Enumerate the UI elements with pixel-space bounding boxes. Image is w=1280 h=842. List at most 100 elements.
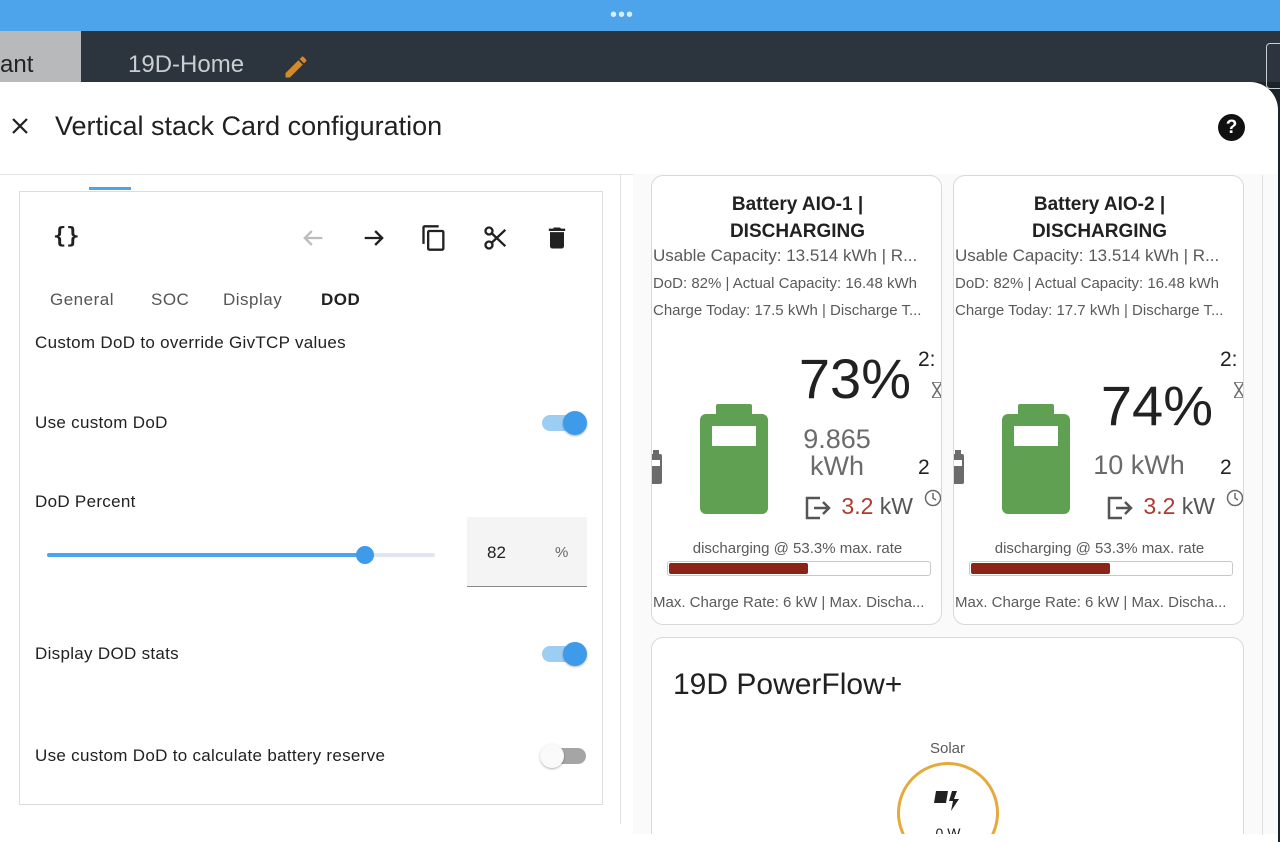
solar-value: 0 W [935, 825, 961, 834]
slider-thumb[interactable] [356, 546, 375, 564]
battery-energy-value: 10 [1093, 450, 1124, 480]
battery-title-line1: Battery AIO-2 | [1033, 194, 1166, 215]
discharge-rate-fill [669, 563, 808, 574]
side-battery-icon [652, 450, 662, 484]
copy-icon[interactable] [420, 224, 448, 252]
edge-value: 2 [918, 456, 930, 479]
dialog-title: Vertical stack Card configuration [55, 111, 443, 141]
scissors-icon[interactable] [482, 224, 510, 252]
slider-fill [47, 553, 366, 557]
close-icon[interactable] [8, 114, 32, 138]
arrow-right-icon[interactable] [360, 224, 388, 252]
dialog-header: Vertical stack Card configuration ? [0, 82, 1278, 175]
use-custom-dod-label: Use custom DoD [35, 413, 168, 432]
solar-node[interactable]: 0 W [897, 762, 999, 834]
clock-icon [924, 489, 941, 507]
battery-title: Battery AIO-1 | DISCHARGING [652, 191, 941, 245]
dod-reserve-toggle[interactable] [540, 743, 588, 769]
use-custom-dod-toggle[interactable] [540, 410, 588, 436]
dod-percent-label: DoD Percent [35, 492, 136, 511]
display-dod-stats-label: Display DOD stats [35, 644, 179, 663]
app-title-text: ant [0, 51, 34, 78]
export-icon [1107, 496, 1133, 520]
battery-icon [1002, 404, 1070, 514]
battery-power-value: 3.2 [1143, 493, 1176, 519]
toggle-knob [540, 744, 564, 768]
battery-title-line2: DISCHARGING [1031, 221, 1168, 242]
charge-today: Charge Today: 17.5 kWh | Discharge T... [653, 302, 922, 319]
time-readout: 2: [1220, 348, 1238, 371]
tab-soc[interactable]: SOC [151, 290, 189, 310]
help-icon[interactable]: ? [1218, 114, 1245, 141]
dod-percent-value: 82 [487, 543, 506, 562]
toggle-knob [563, 642, 587, 666]
battery-title-line2: DISCHARGING [729, 221, 866, 242]
app-title-tab[interactable]: ant [0, 31, 81, 82]
battery-power: 3.2 kW [1143, 493, 1215, 520]
max-rate-info: Max. Charge Rate: 6 kW | Max. Discha... [653, 594, 925, 611]
editor-pane: {} General SOC Display DOD Custom DoD to… [0, 174, 621, 824]
battery-power-value: 3.2 [841, 493, 874, 519]
usable-capacity: Usable Capacity: 13.514 kWh | R... [955, 246, 1220, 265]
powerflow-title: 19D PowerFlow+ [673, 668, 903, 701]
discharge-rate-label: discharging @ 53.3% max. rate [692, 540, 903, 557]
battery-icon [700, 404, 768, 514]
pencil-icon[interactable] [282, 53, 310, 81]
discharge-rate-bar [667, 561, 931, 576]
hourglass-icon [1234, 382, 1243, 398]
solar-panel-icon [934, 791, 959, 811]
battery-energy: 10 kWh [1079, 452, 1199, 479]
window-top-strip: ••• [0, 0, 1280, 31]
battery-title-line1: Battery AIO-1 | [731, 194, 864, 215]
dod-percent-unit: % [555, 544, 569, 561]
battery-title: Battery AIO-2 | DISCHARGING [954, 191, 1243, 245]
side-battery-icon [954, 450, 964, 484]
card-tab-indicator [89, 187, 131, 190]
discharge-rate-bar [969, 561, 1233, 576]
dod-reserve-label: Use custom DoD to calculate battery rese… [35, 746, 386, 765]
clock-icon [1226, 489, 1243, 507]
battery-energy-unit: kWh [810, 451, 864, 481]
yaml-editor-toggle[interactable]: {} [53, 224, 80, 249]
preview-pane: Battery AIO-1 | DISCHARGING Usable Capac… [633, 174, 1278, 834]
tab-display[interactable]: Display [223, 290, 282, 310]
toggle-knob [563, 411, 587, 435]
battery-energy-unit: kWh [1130, 450, 1185, 480]
tab-dod[interactable]: DOD [321, 290, 360, 310]
dod-description: Custom DoD to override GivTCP values [35, 333, 346, 352]
edge-value: 2 [1220, 456, 1232, 479]
dod-percent-slider[interactable] [47, 543, 435, 567]
time-readout: 2: [918, 348, 936, 371]
card-editor: {} General SOC Display DOD Custom DoD to… [19, 191, 603, 805]
trash-icon[interactable] [543, 224, 571, 252]
export-icon [805, 496, 831, 520]
battery-card-2[interactable]: Battery AIO-2 | DISCHARGING Usable Capac… [953, 175, 1244, 625]
dod-info: DoD: 82% | Actual Capacity: 16.48 kWh [955, 275, 1220, 292]
app-bar: ant 19D-Home [0, 31, 1280, 89]
usable-capacity: Usable Capacity: 13.514 kWh | R... [653, 246, 918, 265]
discharge-rate-label: discharging @ 53.3% max. rate [994, 540, 1205, 557]
battery-percent: 73% [798, 347, 911, 410]
tab-general[interactable]: General [50, 290, 114, 310]
display-dod-stats-toggle[interactable] [540, 641, 588, 667]
arrow-left-icon[interactable] [299, 224, 327, 252]
charge-today: Charge Today: 17.7 kWh | Discharge T... [955, 302, 1224, 319]
battery-percent: 74% [1100, 374, 1213, 437]
battery-power-unit: kW [1181, 493, 1215, 519]
dod-info: DoD: 82% | Actual Capacity: 16.48 kWh [653, 275, 918, 292]
battery-energy-value: 9.865 [803, 424, 871, 454]
dashboard-title[interactable]: 19D-Home [128, 51, 244, 79]
hourglass-icon [932, 382, 941, 398]
dod-percent-input[interactable]: 82 % [467, 517, 587, 587]
window-drag-handle[interactable]: ••• [610, 5, 634, 25]
discharge-rate-fill [971, 563, 1110, 574]
solar-label: Solar [929, 740, 966, 757]
battery-card-1[interactable]: Battery AIO-1 | DISCHARGING Usable Capac… [651, 175, 942, 625]
card-config-dialog: Vertical stack Card configuration ? {} G… [0, 82, 1278, 842]
battery-power-unit: kW [879, 493, 913, 519]
battery-energy: 9.865 kWh [777, 426, 897, 480]
max-rate-info: Max. Charge Rate: 6 kW | Max. Discha... [955, 594, 1227, 611]
battery-power: 3.2 kW [841, 493, 913, 520]
powerflow-card[interactable]: 19D PowerFlow+ Solar 0 W [651, 637, 1244, 834]
scrollbar-track[interactable] [1262, 175, 1263, 835]
